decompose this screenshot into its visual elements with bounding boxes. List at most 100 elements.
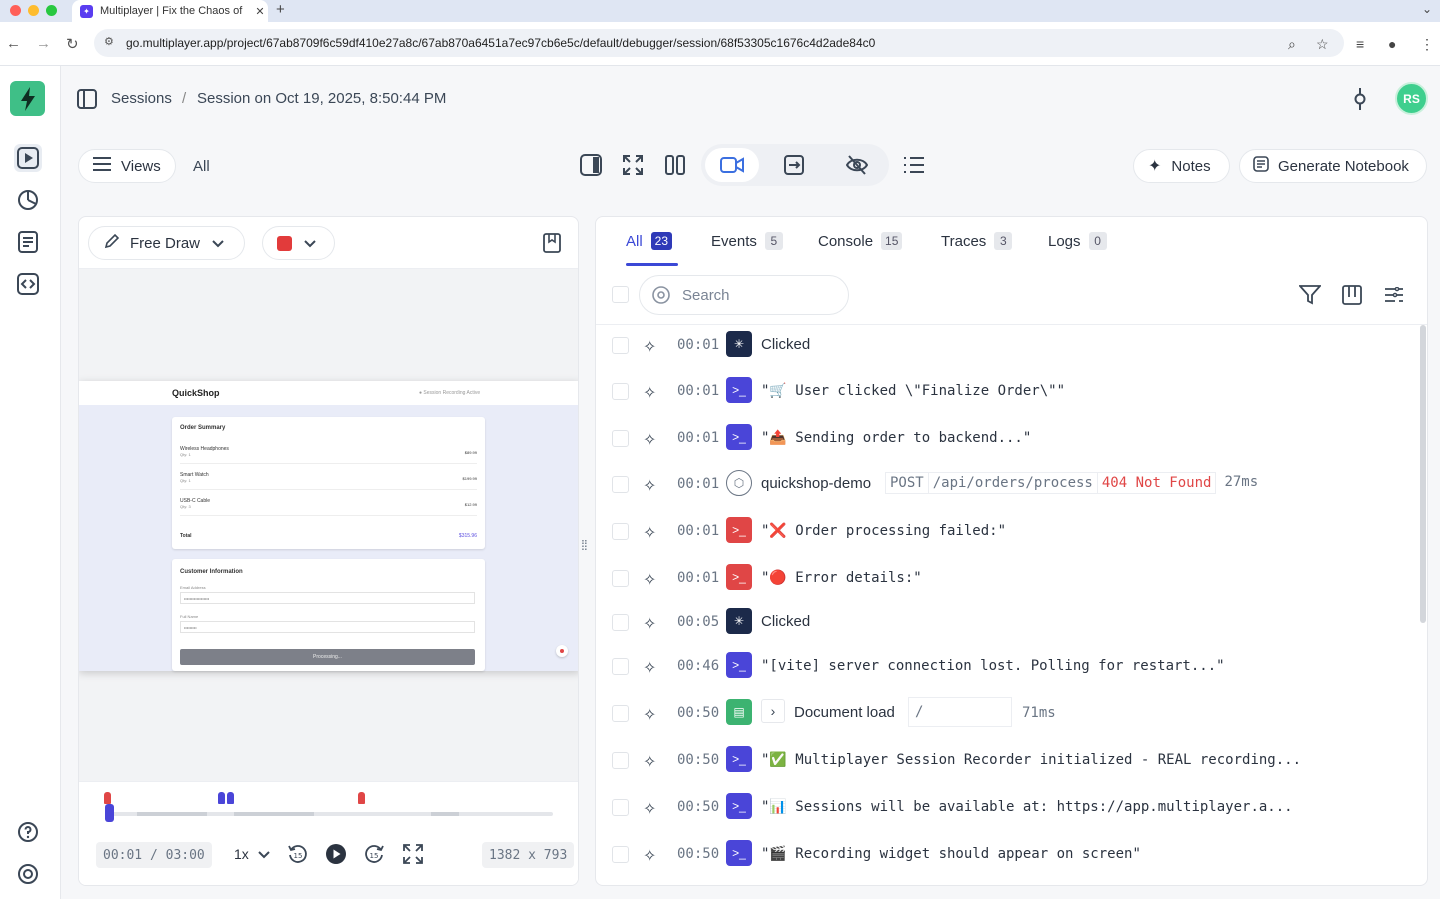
filter-icon[interactable] [1297,285,1323,308]
sessions-nav-icon[interactable] [14,144,42,172]
error-marker[interactable] [104,792,111,804]
zoom-icon[interactable]: ⌕ [1288,36,1296,53]
list-item[interactable]: ✧ 00:50 >_ "📊 Sessions will be available… [596,785,1416,831]
row-checkbox[interactable] [612,523,629,540]
browser-tab[interactable]: ✦ Multiplayer | Fix the Chaos of ✕ [72,0,268,22]
list-item[interactable]: ✧ 00:50 ▤ › Document load / 71ms [596,691,1416,737]
sparkle-icon[interactable]: ✧ [643,523,656,543]
hide-eye-icon[interactable] [845,154,869,179]
notes-button[interactable]: ✦ Notes [1133,149,1230,183]
bookmark-star-icon[interactable]: ☆ [1316,36,1329,53]
analytics-nav-icon[interactable] [14,186,42,214]
list-item[interactable]: ✧ 00:01 >_ "📤 Sending order to backend..… [596,416,1416,462]
list-item[interactable]: ✧ 00:01 ✳ Clicked [596,323,1416,369]
browser-menu-icon[interactable]: ⋮ [1420,36,1434,53]
site-settings-icon[interactable]: ⚙ [104,35,114,48]
sparkle-icon[interactable]: ✧ [643,799,656,819]
forward-icon[interactable]: → [36,35,51,52]
sparkle-icon[interactable]: ✧ [643,476,656,496]
search-input[interactable]: Search [639,275,849,315]
columns-icon[interactable] [1342,285,1362,308]
close-window-icon[interactable] [10,5,21,16]
split-columns-icon[interactable] [662,152,688,178]
back-icon[interactable]: ← [6,35,21,52]
new-tab-button[interactable]: + [276,1,285,18]
list-item[interactable]: ✧ 00:46 >_ "[vite] server connection los… [596,644,1416,690]
sparkle-icon[interactable]: ✧ [643,337,656,357]
list-item[interactable]: ✧ 00:01 ⬡ quickshop-demo POST /api/order… [596,462,1416,508]
playhead-handle[interactable] [105,804,115,822]
sparkle-icon[interactable]: ✧ [643,846,656,866]
fullscreen-icon[interactable] [620,152,646,178]
sparkle-icon[interactable]: ✧ [643,752,656,772]
maximize-window-icon[interactable] [46,5,57,16]
tab-logs[interactable]: Logs 0 [1048,232,1107,250]
multiplayer-logo-icon[interactable] [10,81,45,116]
row-checkbox[interactable] [612,799,629,816]
sparkle-icon[interactable]: ✧ [643,658,656,678]
row-checkbox[interactable] [612,337,629,354]
profile-icon[interactable]: ● [1388,36,1396,52]
tab-close-icon[interactable]: ✕ [252,5,268,18]
panel-resize-handle-icon[interactable]: ⁞⁞ [581,538,591,552]
screen-capture-icon[interactable] [783,154,805,179]
list-item[interactable]: ✧ 00:01 >_ "❌ Order processing failed:" [596,509,1416,555]
row-checkbox[interactable] [612,476,629,493]
row-checkbox[interactable] [612,658,629,675]
tab-all[interactable]: All 23 [626,232,673,250]
console-marker[interactable] [218,792,225,804]
replay-viewport[interactable]: QuickShop ● Session Recording Active Ord… [79,269,578,781]
expand-icon[interactable] [402,843,424,868]
video-camera-icon[interactable] [720,155,744,178]
reload-icon[interactable]: ↻ [66,35,79,53]
tab-console[interactable]: Console 15 [818,232,903,250]
sparkle-icon[interactable]: ✧ [643,570,656,590]
toggle-sidebar-icon[interactable] [76,88,98,113]
list-item[interactable]: ✧ 00:01 >_ "🛒 User clicked \"Finalize Or… [596,369,1416,415]
error-marker[interactable] [358,792,365,804]
sparkle-icon[interactable]: ✧ [643,383,656,403]
console-marker[interactable] [227,792,234,804]
rewind-15-icon[interactable]: 15 [287,843,309,868]
minimize-window-icon[interactable] [28,5,39,16]
tab-events[interactable]: Events 5 [711,232,783,250]
list-item[interactable]: ✧ 00:50 >_ "✅ Multiplayer Session Record… [596,738,1416,784]
play-icon[interactable] [325,843,347,868]
avatar[interactable]: RS [1395,82,1428,115]
view-filter-all[interactable]: All [193,158,210,175]
sparkle-icon[interactable]: ✧ [643,430,656,450]
media-control-icon[interactable]: ≡ [1356,36,1364,52]
layout-sidebar-icon[interactable] [578,152,604,178]
git-commit-icon[interactable] [1349,88,1371,113]
row-checkbox[interactable] [612,430,629,447]
draw-tool-dropdown[interactable]: Free Draw [88,226,245,260]
row-checkbox[interactable] [612,570,629,587]
list-view-icon[interactable] [901,152,927,178]
code-nav-icon[interactable] [14,270,42,298]
row-checkbox[interactable] [612,614,629,631]
tab-traces[interactable]: Traces 3 [941,232,1013,250]
settings-sliders-icon[interactable] [1384,286,1404,306]
color-picker-dropdown[interactable] [262,226,335,260]
sparkle-icon[interactable]: ✧ [643,705,656,725]
bookmark-icon[interactable] [543,233,561,256]
help-icon[interactable] [14,818,42,846]
generate-notebook-button[interactable]: Generate Notebook [1239,149,1427,183]
address-bar[interactable]: ⚙ go.multiplayer.app/project/67ab8709f6c… [94,29,1344,57]
views-button[interactable]: Views [78,149,176,183]
row-checkbox[interactable] [612,752,629,769]
row-checkbox[interactable] [612,846,629,863]
breadcrumb-sessions[interactable]: Sessions [111,90,172,107]
list-item[interactable]: ✧ 00:01 >_ "🔴 Error details:" [596,556,1416,602]
support-lifebuoy-icon[interactable] [14,860,42,888]
select-all-checkbox[interactable] [612,286,629,303]
sparkle-icon[interactable]: ✧ [643,614,656,634]
tab-search-icon[interactable]: ⌄ [1422,2,1432,16]
notebooks-nav-icon[interactable] [14,228,42,256]
forward-15-icon[interactable]: 15 [363,843,385,868]
row-checkbox[interactable] [612,705,629,722]
row-checkbox[interactable] [612,383,629,400]
list-item[interactable]: ✧ 00:05 ✳ Clicked [596,600,1416,646]
playback-speed-dropdown[interactable]: 1x [234,846,270,862]
expand-chevron-icon[interactable]: › [761,699,785,723]
